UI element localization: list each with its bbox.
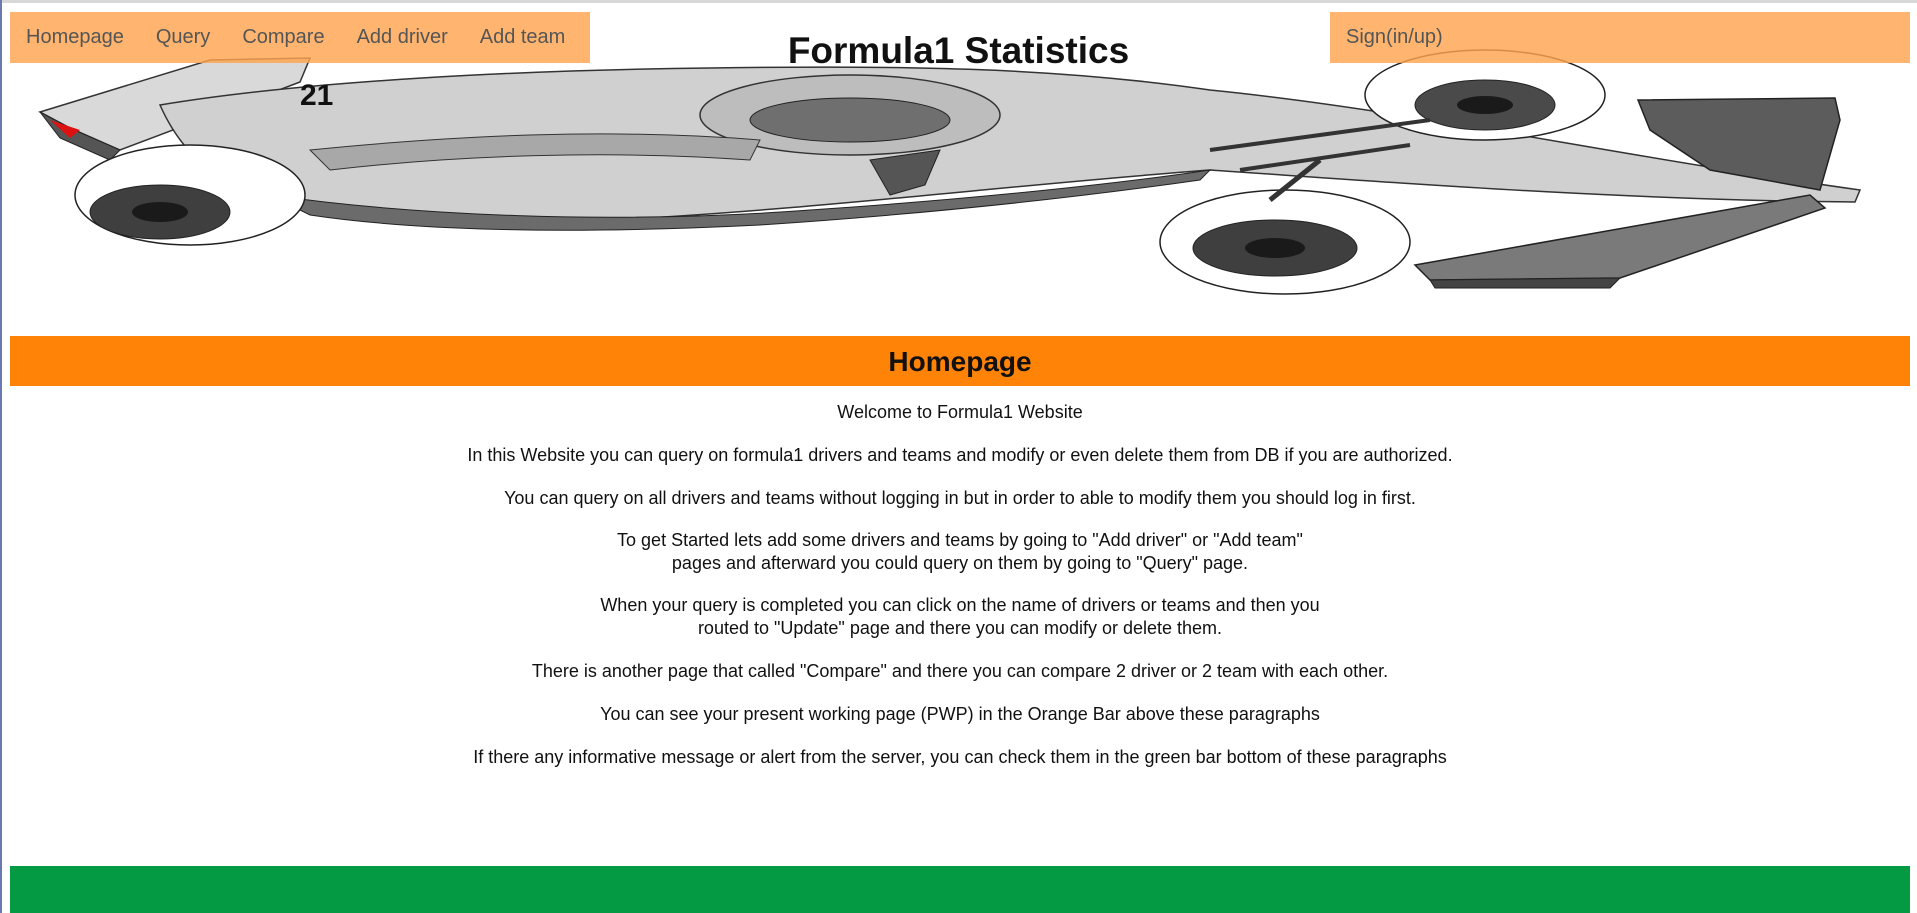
nav-link-homepage[interactable]: Homepage xyxy=(10,26,140,49)
paragraph-get-started-line2: pages and afterward you could query on t… xyxy=(671,553,1249,573)
page-heading: Homepage xyxy=(888,346,1032,377)
paragraph-update-info-line2: routed to "Update" page and there you ca… xyxy=(697,618,1223,638)
nav-link-compare[interactable]: Compare xyxy=(226,26,340,49)
welcome-text: Welcome to Formula1 Website xyxy=(837,402,1083,422)
nav-link-add-driver[interactable]: Add driver xyxy=(341,26,464,49)
paragraph-get-started-line1: To get Started lets add some drivers and… xyxy=(617,530,1303,550)
main-content: Welcome to Formula1 Website In this Webs… xyxy=(10,400,1910,788)
window-left-border xyxy=(0,0,2,913)
main-nav: Homepage Query Compare Add driver Add te… xyxy=(10,12,590,63)
page: 21 Formula1 Statistics Homepage Query Co… xyxy=(0,0,1917,913)
present-working-page-bar: Homepage xyxy=(10,336,1910,386)
paragraph-pwp-info: You can see your present working page (P… xyxy=(600,704,1320,724)
nav-link-add-team[interactable]: Add team xyxy=(464,26,582,49)
paragraph-message-info: If there any informative message or aler… xyxy=(473,747,1447,767)
account-nav: Sign(in/up) xyxy=(1330,12,1910,63)
nav-link-query[interactable]: Query xyxy=(140,26,226,49)
paragraph-query-info: You can query on all drivers and teams w… xyxy=(504,488,1416,508)
message-bar xyxy=(10,866,1910,913)
paragraph-intro: In this Website you can query on formula… xyxy=(467,445,1453,465)
paragraph-update-info: When your query is completed you can cli… xyxy=(10,594,1910,640)
window-top-border xyxy=(0,0,1917,3)
sign-in-up-link[interactable]: Sign(in/up) xyxy=(1330,26,1459,49)
paragraph-compare-info: There is another page that called "Compa… xyxy=(531,661,1389,681)
paragraph-update-info-line1: When your query is completed you can cli… xyxy=(600,595,1320,615)
svg-text:21: 21 xyxy=(300,79,333,112)
paragraph-get-started: To get Started lets add some drivers and… xyxy=(10,529,1910,575)
